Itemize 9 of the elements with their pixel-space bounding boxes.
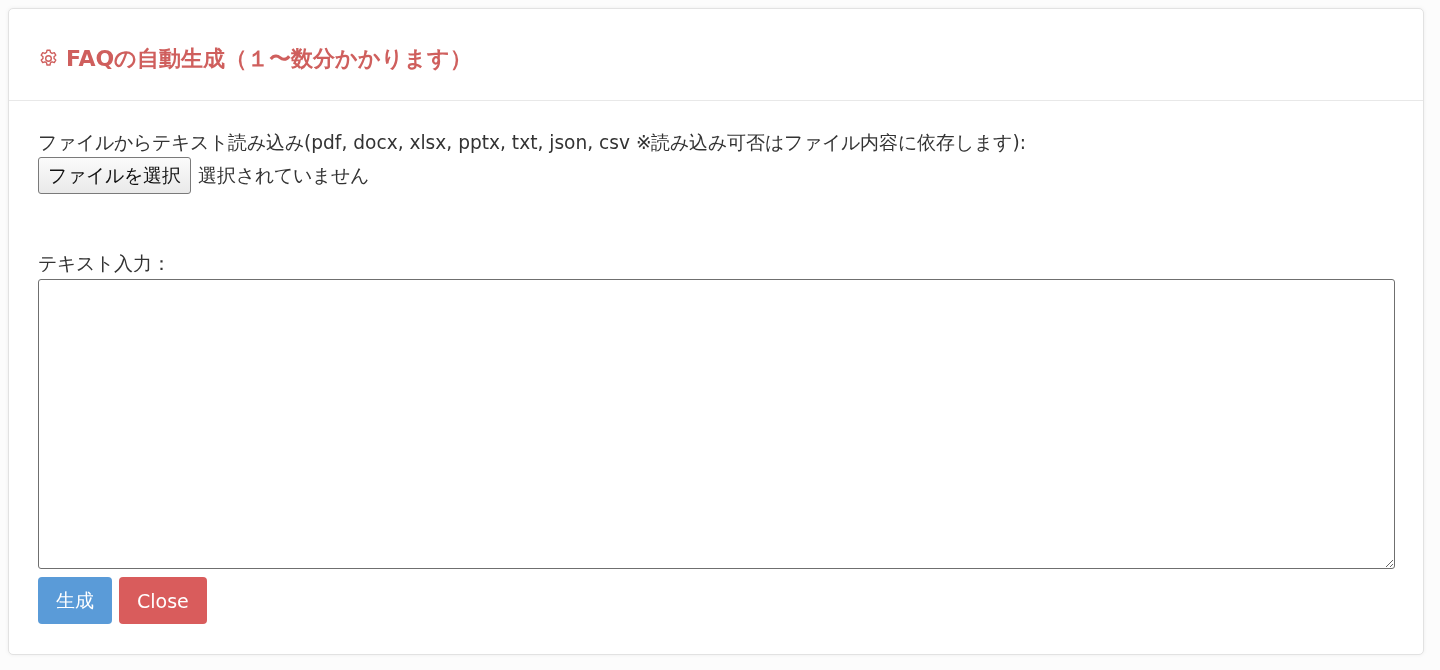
generate-button[interactable]: 生成 <box>38 577 112 624</box>
file-status-text: 選択されていません <box>198 162 369 188</box>
gear-icon <box>38 48 59 69</box>
text-input-label: テキスト入力： <box>38 252 172 276</box>
choose-file-button[interactable]: ファイルを選択 <box>38 157 191 194</box>
close-button[interactable]: Close <box>119 577 207 624</box>
text-input-field[interactable] <box>38 279 1395 569</box>
file-input-label: ファイルからテキスト読み込み(pdf, docx, xlsx, pptx, txt, json, csv ※読み込み可否はファイル内容に依存します): <box>38 131 1028 155</box>
dialog-title: FAQの自動生成（１〜数分かかります） <box>66 44 473 73</box>
